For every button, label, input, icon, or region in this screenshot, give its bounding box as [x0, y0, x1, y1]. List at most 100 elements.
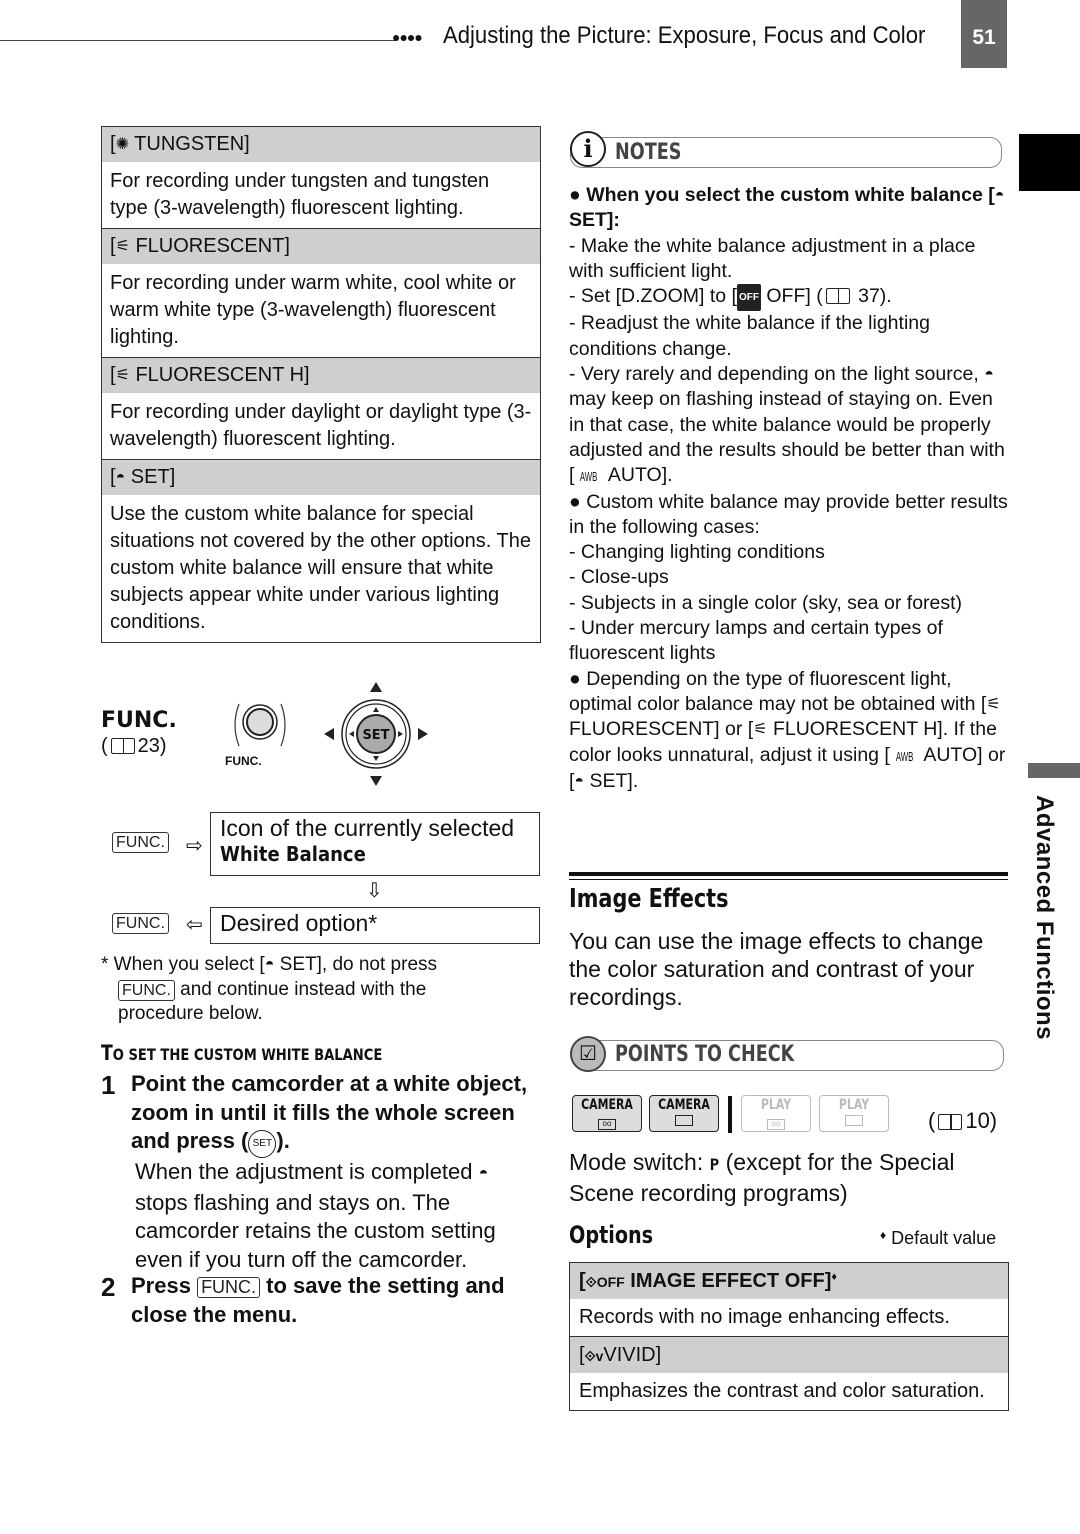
- flow-step-desired-option: Desired option*: [210, 907, 540, 944]
- header-dots: ●●●●: [392, 29, 423, 45]
- tungsten-icon: ✺: [115, 136, 129, 153]
- func-key: FUNC.: [118, 979, 175, 1001]
- note-item: - Very rarely and depending on the light…: [569, 362, 1009, 489]
- wb-option-description: For recording under tungsten and tungste…: [102, 161, 540, 228]
- note-item: ● Depending on the type of fluorescent l…: [569, 667, 1009, 794]
- awb-icon: AWB: [580, 469, 598, 485]
- arrow-right-icon: ⇨: [186, 835, 203, 857]
- awb-icon: AWB: [895, 748, 914, 764]
- section-divider: [569, 879, 1008, 880]
- ie-option-description: Records with no image enhancing effects.: [570, 1299, 1008, 1337]
- image-effects-table: [⟐OFF IMAGE EFFECT OFF]♦ Records with no…: [569, 1262, 1009, 1411]
- note-item: - Close-ups: [569, 566, 669, 589]
- tape-icon: oo: [598, 1119, 616, 1130]
- wb-option-header: [⚟ FLUORESCENT H]: [102, 357, 540, 392]
- program-mode-icon: P: [709, 1155, 720, 1174]
- wb-option-description: Use the custom white balance for special…: [102, 494, 540, 642]
- chapter-marker: [1019, 134, 1080, 191]
- arrow-left-icon: ⇦: [186, 914, 203, 936]
- checkbox-icon: ☑: [570, 1036, 606, 1072]
- set-joystick-graphic: SET: [324, 682, 428, 786]
- note-item: - Set [D.ZOOM] to [OFF OFF] ( 37).: [569, 284, 1009, 312]
- set-label: SET: [362, 728, 389, 743]
- fluorescent-h-icon: ⚟: [753, 721, 768, 739]
- fluorescent-icon: ⚟: [986, 695, 1001, 713]
- notes-title: NOTES: [615, 140, 682, 165]
- options-title: Options: [569, 1221, 654, 1249]
- note-item: - Under mercury lamps and certain types …: [569, 617, 943, 665]
- ie-option-header: [⟐OFF IMAGE EFFECT OFF]♦: [570, 1263, 1008, 1299]
- wb-option-header: [✺ TUNGSTEN]: [102, 127, 540, 161]
- notes-list: ● When you select the custom white balan…: [569, 183, 1009, 794]
- default-value-legend: ♦ Default value: [880, 1228, 997, 1248]
- procedure-title: TO SET THE CUSTOM WHITE BALANCE: [101, 1041, 383, 1065]
- procedure-step: 2 Press FUNC. to save the setting and cl…: [101, 1272, 541, 1329]
- wb-option-description: For recording under warm white, cool whi…: [102, 263, 540, 357]
- info-icon: i: [570, 131, 606, 167]
- step-instruction: Point the camcorder at a white object, z…: [131, 1070, 541, 1158]
- ie-option-header: [⟐vVIVID]: [570, 1337, 1008, 1373]
- note-item: ● When you select the custom white balan…: [569, 184, 1005, 232]
- step-result: When the adjustment is completed ◓ stops…: [135, 1159, 496, 1272]
- mode-separator: [728, 1096, 732, 1133]
- func-key: FUNC.: [197, 1277, 261, 1298]
- note-item: - Subjects in a single color (sky, sea o…: [569, 591, 963, 614]
- off-icon: OFF: [736, 284, 761, 312]
- vivid-icon: ⟐v: [584, 1348, 604, 1364]
- func-key: FUNC.: [112, 832, 169, 853]
- custom-wb-icon: ◓: [984, 366, 994, 384]
- tape-icon: oo: [767, 1119, 785, 1130]
- mode-play-card: PLAY: [819, 1095, 889, 1132]
- set-button-icon: SET: [248, 1130, 277, 1158]
- step-number: 2: [101, 1272, 116, 1302]
- mode-play-tape: PLAY oo: [741, 1095, 811, 1132]
- custom-wb-icon: ◓: [478, 1165, 489, 1182]
- image-effect-off-icon: ⟐OFF: [585, 1274, 625, 1290]
- ie-option-description: Emphasizes the contrast and color satura…: [579, 1380, 985, 1402]
- card-icon: [675, 1115, 693, 1126]
- wb-option-description: For recording under daylight or daylight…: [102, 392, 540, 459]
- custom-wb-icon: ◓: [994, 187, 1005, 204]
- book-icon: [825, 288, 850, 305]
- note-item: - Changing lighting conditions: [569, 541, 825, 564]
- points-to-check-title: POINTS TO CHECK: [615, 1042, 795, 1067]
- side-tab-label: Advanced Functions: [1031, 795, 1058, 1041]
- func-button-graphic: [234, 703, 286, 747]
- mode-camera-card: CAMERA: [649, 1095, 719, 1132]
- image-effects-title: Image Effects: [569, 884, 729, 914]
- note-item: ● Custom white balance may provide bette…: [569, 490, 1008, 538]
- note-item: - Make the white balance adjustment in a…: [569, 234, 976, 282]
- fluorescent-icon: ⚟: [115, 238, 130, 255]
- default-marker-icon: ♦: [831, 1271, 837, 1283]
- side-tab-bar: [1028, 763, 1080, 778]
- footnote: * When you select [◓ SET], do not press …: [101, 954, 438, 1024]
- header-rule: [0, 40, 396, 41]
- note-item: - Readjust the white balance if the ligh…: [569, 312, 930, 360]
- step-instruction: Press FUNC. to save the setting and clos…: [131, 1273, 505, 1327]
- mode-camera-tape: CAMERA oo: [572, 1095, 642, 1132]
- fluorescent-h-icon: ⚟: [115, 367, 130, 384]
- page-number: 51: [961, 0, 1007, 68]
- procedure-step: 1 Point the camcorder at a white object,…: [101, 1070, 541, 1274]
- page-reference: (23): [101, 735, 167, 757]
- page-reference: (10): [928, 1108, 998, 1133]
- wb-option-header: [⚟ FLUORESCENT]: [102, 228, 540, 263]
- func-button-label: FUNC.: [225, 754, 262, 768]
- image-effects-description: You can use the image effects to change …: [569, 928, 984, 1010]
- func-title: FUNC.: [101, 708, 177, 733]
- custom-wb-icon: ◓: [574, 772, 585, 790]
- book-icon: [110, 738, 135, 754]
- arrow-down-icon: ⇩: [366, 880, 383, 902]
- custom-wb-icon: ◓: [264, 956, 275, 973]
- flow-step-current-wb: Icon of the currently selected White Bal…: [210, 812, 540, 876]
- section-title: Adjusting the Picture: Exposure, Focus a…: [443, 22, 926, 49]
- book-icon: [938, 1114, 963, 1130]
- white-balance-table: [✺ TUNGSTEN] For recording under tungste…: [101, 126, 541, 643]
- wb-option-header: [◓ SET]: [102, 459, 540, 494]
- custom-wb-icon: ◓: [115, 469, 126, 486]
- mode-switch-text: Mode switch: P (except for the Special S…: [569, 1149, 955, 1206]
- section-divider: [569, 872, 1008, 876]
- step-number: 1: [101, 1070, 116, 1100]
- card-icon: [845, 1115, 863, 1126]
- func-key: FUNC.: [112, 913, 169, 934]
